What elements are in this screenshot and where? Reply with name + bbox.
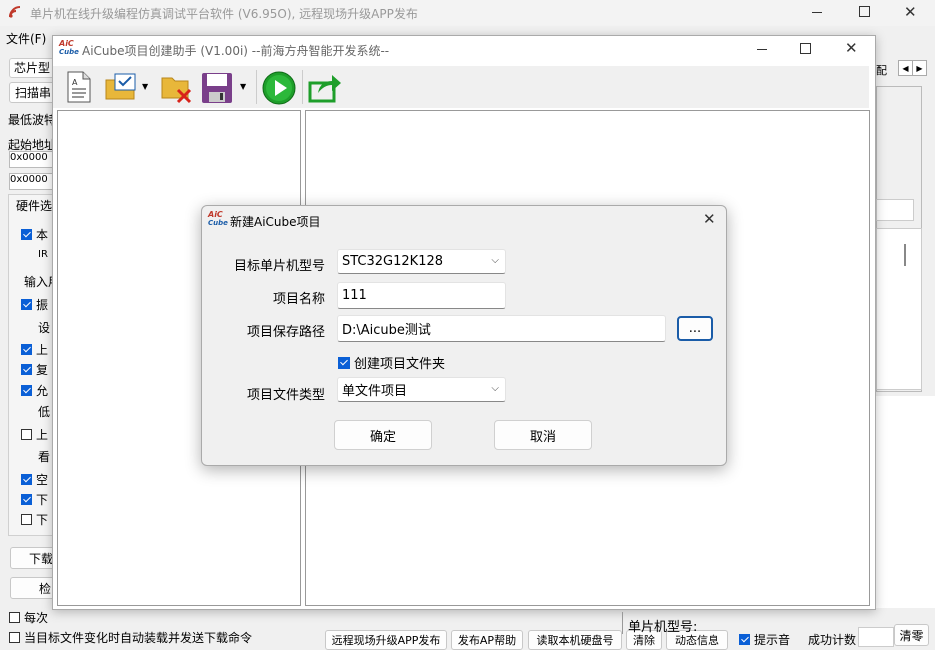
tab-scroll-right-icon[interactable]: ▶ <box>912 60 927 76</box>
option-checkbox[interactable] <box>21 385 32 396</box>
option-checkbox[interactable] <box>21 514 32 525</box>
hw-option-text: 低 <box>38 405 51 419</box>
maximize-icon[interactable] <box>859 6 870 17</box>
aicube-title: AiCube项目创建助手 (V1.00i) --前海方舟智能开发系统-- <box>82 44 390 58</box>
right-input-field[interactable] <box>876 199 914 221</box>
download-button[interactable]: 下载 <box>10 547 58 569</box>
project-name-label: 项目名称 <box>272 292 325 307</box>
app-icon <box>8 5 22 19</box>
option-checkbox[interactable] <box>21 494 32 505</box>
hw-option-text: 设 <box>38 321 51 335</box>
new-file-icon[interactable]: A <box>66 71 92 103</box>
ok-button[interactable]: 确定 <box>334 420 432 450</box>
delete-folder-icon[interactable] <box>160 72 194 104</box>
right-list-box[interactable] <box>876 228 922 390</box>
svg-text:A: A <box>72 78 78 87</box>
check-button[interactable]: 检 <box>10 577 58 599</box>
save-disk-icon[interactable] <box>201 72 233 104</box>
every-time-option[interactable]: 每次 <box>9 609 48 626</box>
aicube-maximize-icon[interactable] <box>800 43 811 54</box>
file-type-select[interactable]: 单文件项目 ⌵ <box>337 377 506 402</box>
target-mcu-value: STC32G12K128 <box>342 254 444 269</box>
minimize-icon[interactable] <box>812 12 822 13</box>
chevron-down-icon: ⌵ <box>491 255 499 266</box>
create-folder-option[interactable]: 创建项目文件夹 <box>338 353 445 372</box>
hw-option-row[interactable]: 振 <box>21 296 48 313</box>
min-baud-label: 最低波特 <box>8 113 57 127</box>
file-type-label: 项目文件类型 <box>246 388 325 403</box>
aicube-logo-icon: AiC Cube <box>59 39 79 57</box>
prompt-sound-option[interactable]: 提示音 <box>739 631 790 648</box>
publish-help-button[interactable]: 发布AP帮助 <box>451 630 523 650</box>
save-dropdown-icon[interactable]: ▼ <box>240 82 246 91</box>
chevron-down-icon: ⌵ <box>491 383 499 394</box>
hw-option-row[interactable]: 本 <box>21 226 48 243</box>
every-time-checkbox[interactable] <box>9 612 20 623</box>
option-checkbox[interactable] <box>21 229 32 240</box>
main-titlebar: 单片机在线升级编程仿真调试平台软件 (V6.95O), 远程现场升级APP发布 … <box>0 0 935 26</box>
scan-serial-button[interactable]: 扫描串 <box>9 82 57 103</box>
aicube-minimize-icon[interactable] <box>757 49 767 50</box>
tab-scroll-left-icon[interactable]: ◀ <box>898 60 913 76</box>
export-arrow-icon[interactable] <box>308 71 342 103</box>
hw-option-row[interactable]: 允 <box>21 382 48 399</box>
create-folder-label: 创建项目文件夹 <box>354 357 446 372</box>
aicube-close-icon[interactable]: ✕ <box>845 39 858 57</box>
chip-type-label[interactable]: 芯片型 <box>9 58 57 78</box>
create-folder-checkbox[interactable] <box>338 356 350 369</box>
option-checkbox[interactable] <box>21 299 32 310</box>
close-icon[interactable]: ✕ <box>904 3 917 21</box>
option-checkbox[interactable] <box>21 474 32 485</box>
browse-button[interactable]: ... <box>677 316 713 341</box>
option-checkbox[interactable] <box>21 344 32 355</box>
project-name-input[interactable]: 111 <box>337 282 506 309</box>
publish-app-button[interactable]: 远程现场升级APP发布 <box>325 630 447 650</box>
hw-option-text: 看 <box>38 450 51 464</box>
toolbar-separator <box>302 70 303 104</box>
dialog-title: 新建AiCube项目 <box>230 215 321 229</box>
read-disk-id-button[interactable]: 读取本机硬盘号 <box>528 630 622 650</box>
target-mcu-label: 目标单片机型号 <box>233 259 325 274</box>
tab-hardware-options[interactable]: 硬件选 <box>16 197 52 214</box>
hw-option-row[interactable]: 空 <box>21 471 48 488</box>
toolbar-separator <box>256 70 257 104</box>
hw-option-row[interactable]: 复 <box>21 361 48 378</box>
hw-option-row[interactable]: 下 <box>21 491 48 508</box>
dialog-logo-icon: AiC Cube <box>208 210 228 228</box>
target-mcu-select[interactable]: STC32G12K128 ⌵ <box>337 249 506 274</box>
hw-option-row[interactable]: 上 <box>21 341 48 358</box>
status-divider <box>622 612 623 634</box>
right-log-area <box>876 396 935 608</box>
main-title: 单片机在线升级编程仿真调试平台软件 (V6.95O), 远程现场升级APP发布 <box>30 7 418 21</box>
auto-reload-checkbox[interactable] <box>9 632 20 643</box>
save-path-label: 项目保存路径 <box>246 325 325 340</box>
success-count-label: 成功计数 <box>808 633 857 647</box>
right-tab-label[interactable]: 配 <box>876 62 887 78</box>
menu-file[interactable]: 文件(F) <box>6 30 46 47</box>
run-play-icon[interactable] <box>262 71 296 105</box>
count-field[interactable] <box>858 627 894 647</box>
option-checkbox[interactable] <box>21 429 32 440</box>
hw-option-text: IR <box>38 249 48 260</box>
prompt-sound-checkbox[interactable] <box>739 634 750 645</box>
save-path-input[interactable]: D:\Aicube测试 <box>337 315 666 342</box>
cancel-button[interactable]: 取消 <box>494 420 592 450</box>
dialog-close-icon[interactable]: ✕ <box>703 210 716 228</box>
open-dropdown-icon[interactable]: ▼ <box>142 82 148 91</box>
option-checkbox[interactable] <box>21 364 32 375</box>
hw-option-row[interactable]: 上 <box>21 426 48 443</box>
hw-option-row[interactable]: 下 <box>21 511 48 528</box>
clear-count-button[interactable]: 清零 <box>894 624 929 646</box>
right-scrollbar[interactable] <box>904 244 906 266</box>
open-checklist-icon[interactable] <box>104 72 138 102</box>
chip-model-status: 单片机型号: <box>628 620 698 635</box>
file-type-value: 单文件项目 <box>342 384 408 399</box>
auto-reload-option[interactable]: 当目标文件变化时自动装载并发送下载命令 <box>9 629 252 646</box>
